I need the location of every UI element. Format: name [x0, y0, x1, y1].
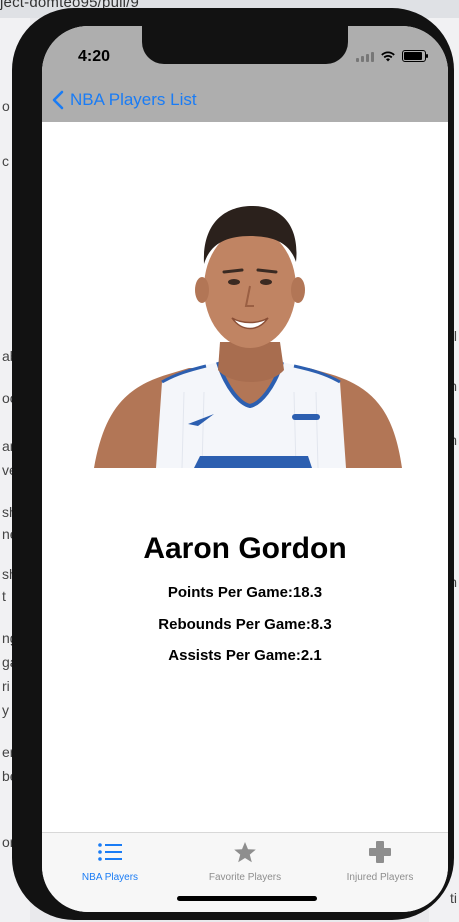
- status-bar: 4:20: [42, 26, 448, 86]
- bg-text-fragment: c: [2, 153, 9, 169]
- star-icon: [234, 842, 256, 863]
- battery-icon: [402, 50, 428, 62]
- tab-label: Injured Players: [346, 872, 414, 883]
- tab-nba-players[interactable]: NBA Players: [42, 841, 178, 883]
- bg-text-fragment: ri: [2, 678, 10, 694]
- tab-label: NBA Players: [81, 872, 139, 883]
- navigation-bar: NBA Players List: [42, 86, 448, 122]
- phone-frame: 4:20 NBA Players List Aaron Gordon Point…: [12, 8, 454, 920]
- bg-text-fragment: ti: [450, 890, 457, 906]
- status-time: 4:20: [78, 48, 111, 65]
- player-name: Aaron Gordon: [143, 532, 347, 565]
- phone-screen: 4:20 NBA Players List Aaron Gordon Point…: [42, 26, 448, 912]
- tab-favorite-players[interactable]: Favorite Players: [177, 841, 313, 883]
- list-icon: [98, 843, 122, 861]
- home-indicator: [177, 896, 317, 901]
- plus-icon: [369, 841, 391, 863]
- assists-per-game: Assists Per Game:2.1: [168, 647, 322, 664]
- player-photo: [94, 206, 402, 468]
- points-per-game: Points Per Game:18.3: [167, 584, 323, 601]
- notch: [142, 26, 348, 64]
- wifi-icon: [381, 51, 395, 62]
- tab-label: Favorite Players: [208, 872, 282, 883]
- back-button[interactable]: NBA Players List: [52, 90, 197, 110]
- cellular-signal-icon: [356, 51, 374, 62]
- tab-injured-players[interactable]: Injured Players: [312, 841, 448, 883]
- status-icons: [356, 50, 428, 62]
- player-detail-view: Aaron Gordon Points Per Game:18.3 Reboun…: [42, 122, 448, 832]
- back-button-label: NBA Players List: [70, 90, 197, 109]
- chevron-left-icon: [52, 90, 64, 110]
- bg-text-fragment: t: [2, 588, 6, 604]
- rebounds-per-game: Rebounds Per Game:8.3: [158, 616, 332, 633]
- bg-text-fragment: o: [2, 98, 10, 114]
- bg-text-fragment: y: [2, 702, 9, 718]
